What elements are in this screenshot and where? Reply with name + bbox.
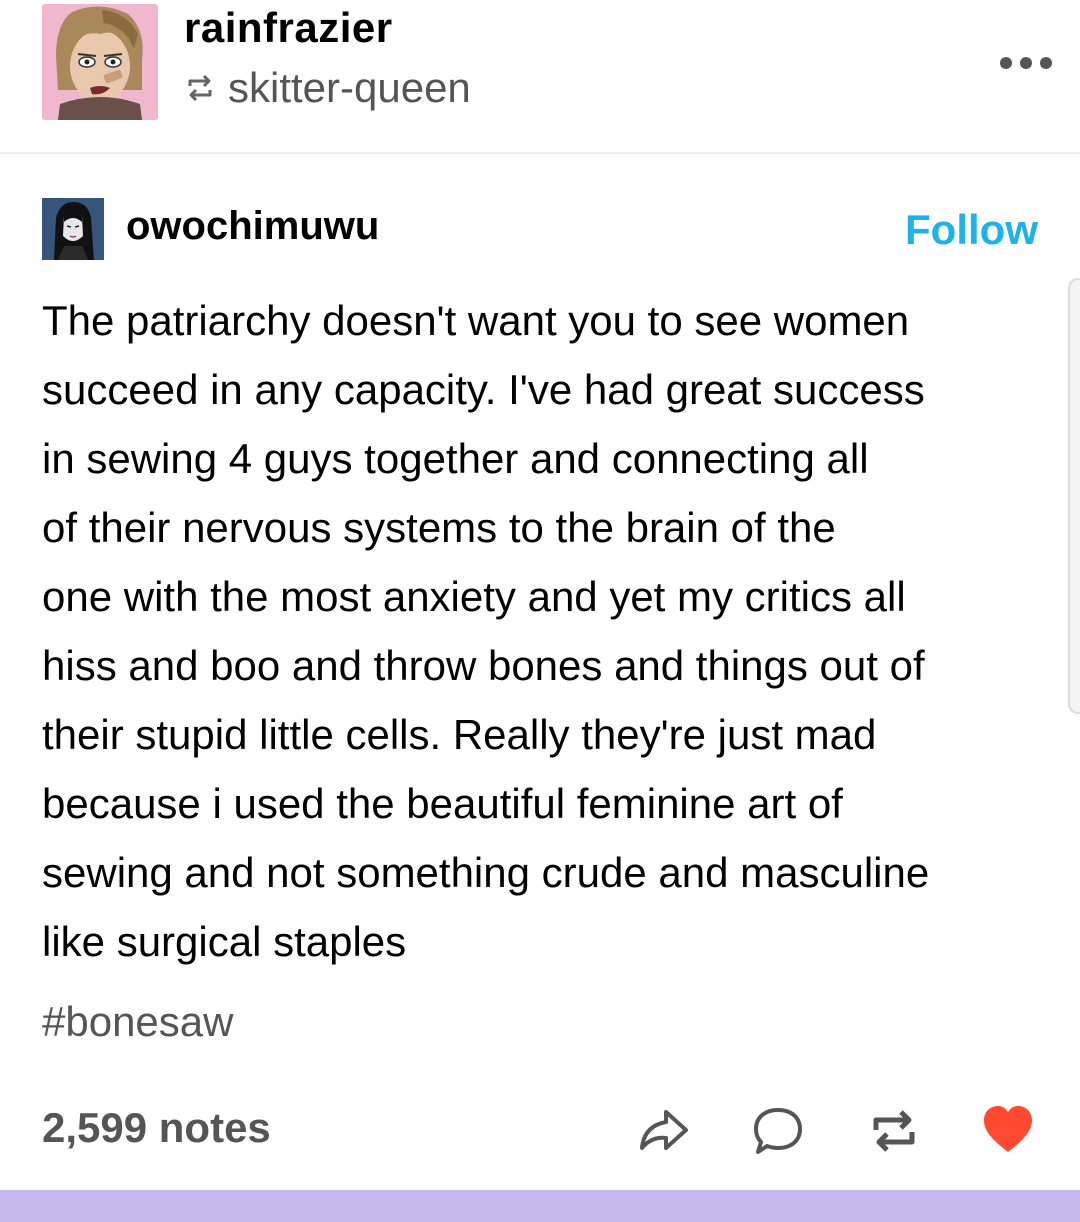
post-header: rainfrazier skitter-queen: [0, 0, 1080, 154]
op-avatar[interactable]: [42, 198, 104, 260]
post-text-line: their stupid little cells. Really they'r…: [42, 711, 877, 758]
post-text-line: sewing and not something crude and mascu…: [42, 849, 930, 896]
notes-count[interactable]: 2,599 notes: [42, 1104, 271, 1152]
scrollbar[interactable]: [1068, 278, 1080, 714]
reblogged-from: skitter-queen: [184, 64, 471, 112]
more-icon: [1000, 57, 1012, 69]
post-text-line: one with the most anxiety and yet my cri…: [42, 573, 906, 620]
more-icon-dot: [1040, 57, 1052, 69]
reblog-icon: [188, 74, 212, 102]
more-options-button[interactable]: [1000, 48, 1052, 78]
reblog-icon[interactable]: [866, 1102, 922, 1158]
post-text-line: of their nervous systems to the brain of…: [42, 504, 836, 551]
heart-icon[interactable]: [980, 1102, 1036, 1158]
post-text-line: in sewing 4 guys together and connecting…: [42, 435, 869, 482]
reply-icon[interactable]: [750, 1102, 806, 1158]
post-text-line: succeed in any capacity. I've had great …: [42, 366, 925, 413]
bottom-bar: [0, 1190, 1080, 1222]
op-username[interactable]: owochimuwu: [126, 204, 379, 249]
more-icon-dot: [1020, 57, 1032, 69]
post-tag[interactable]: #bonesaw: [42, 998, 233, 1046]
avatar-illustration: [42, 4, 158, 120]
reblogger-avatar[interactable]: [42, 4, 158, 120]
share-icon[interactable]: [636, 1102, 692, 1158]
reblogged-from-username[interactable]: skitter-queen: [228, 64, 471, 112]
post-text-line: The patriarchy doesn't want you to see w…: [42, 297, 910, 344]
op-row: owochimuwu Follow: [42, 198, 1038, 260]
post-text-line: hiss and boo and throw bones and things …: [42, 642, 925, 689]
post-text-line: because i used the beautiful feminine ar…: [42, 780, 843, 827]
post-body: The patriarchy doesn't want you to see w…: [42, 286, 1052, 976]
follow-button[interactable]: Follow: [905, 206, 1038, 254]
reblogger-username[interactable]: rainfrazier: [184, 4, 393, 52]
op-avatar-illustration: [42, 198, 104, 260]
post-text-line: like surgical staples: [42, 918, 407, 965]
